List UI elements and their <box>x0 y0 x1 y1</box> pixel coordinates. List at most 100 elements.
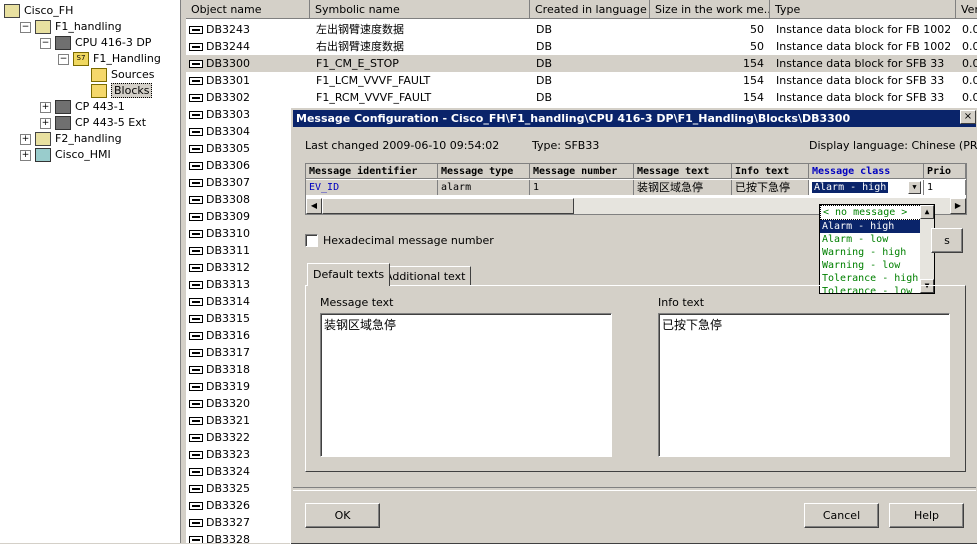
hex-number-checkbox[interactable] <box>305 234 318 247</box>
object-name: DB3315 <box>206 312 251 325</box>
scroll-up-icon[interactable]: ▲ <box>920 205 934 219</box>
object-name: DB3244 <box>206 40 251 53</box>
tree-item-label: Sources <box>111 68 155 81</box>
dialog-title: Message Configuration - Cisco_FH\F1_hand… <box>293 110 976 127</box>
cancel-button[interactable]: Cancel <box>804 503 879 528</box>
cell-message-text[interactable]: 装钢区域急停 <box>634 180 732 195</box>
scroll-thumb[interactable] <box>322 198 574 214</box>
hidden-partial-button[interactable]: s <box>931 228 963 253</box>
data-block-icon <box>189 179 203 187</box>
col-type[interactable]: Type <box>770 0 956 19</box>
cell-message-number[interactable]: 1 <box>530 180 634 195</box>
table-row[interactable]: DB3243 左出钢臂速度数据 DB 50 Instance data block fo… <box>186 21 977 38</box>
tree-item-label: CPU 416-3 DP <box>75 36 152 49</box>
tree-item[interactable]: − S7 F1_Handling <box>58 51 161 67</box>
col-message-type[interactable]: Message type <box>438 164 530 179</box>
expand-icon[interactable]: + <box>40 117 51 129</box>
object-name: DB3300 <box>206 57 251 70</box>
message-class-dropdown[interactable]: < no message > Alarm - high Alarm - low War… <box>819 204 935 294</box>
expand-icon[interactable]: + <box>20 133 31 145</box>
cell-priority[interactable]: 1 <box>924 180 966 195</box>
object-name: DB3243 <box>206 23 251 36</box>
col-size[interactable]: Size in the work me... <box>650 0 770 19</box>
col-message-class[interactable]: Message class <box>809 164 924 179</box>
col-message-identifier[interactable]: Message identifier <box>306 164 438 179</box>
table-cell-lang: DB <box>536 74 553 87</box>
object-name: DB3328 <box>206 533 251 543</box>
tree-item[interactable]: − F1_handling <box>20 19 122 35</box>
col-version[interactable]: Vers <box>956 0 977 19</box>
col-created-language[interactable]: Created in language <box>530 0 650 19</box>
tab-default-texts[interactable]: Default texts <box>307 263 391 286</box>
tree-item[interactable]: Cisco_FH <box>4 3 73 19</box>
data-block-icon <box>189 417 203 425</box>
table-row[interactable]: DB3244 右出钢臂速度数据 DB 50 Instance data block fo… <box>186 38 977 55</box>
tab-additional-text[interactable]: Additional text <box>379 266 472 286</box>
expand-icon[interactable]: + <box>40 101 51 113</box>
scroll-left-icon[interactable]: ◀ <box>306 198 322 214</box>
scroll-right-icon[interactable]: ▶ <box>950 198 966 214</box>
tree-item[interactable]: + CP 443-1 <box>40 99 125 115</box>
data-block-icon <box>189 332 203 340</box>
object-name: DB3313 <box>206 278 251 291</box>
close-icon[interactable]: × <box>960 110 976 124</box>
dropdown-option[interactable]: Tolerance - high <box>820 272 934 285</box>
project-tree[interactable]: Cisco_FH − F1_handling − CPU 416-3 DP − S7 F1_H… <box>0 0 181 543</box>
col-object-name[interactable]: Object name <box>186 0 310 19</box>
dropdown-option[interactable]: < no message > <box>820 205 934 220</box>
data-block-icon <box>189 230 203 238</box>
data-block-icon <box>189 264 203 272</box>
dropdown-option[interactable]: Alarm - high <box>820 220 934 233</box>
table-cell-size: 50 <box>750 23 764 36</box>
cell-message-identifier[interactable]: EV_ID <box>306 180 438 195</box>
col-message-number[interactable]: Message number <box>530 164 634 179</box>
station-icon <box>35 132 51 146</box>
table-row[interactable]: DB3302 F1_RCM_VVVF_FAULT DB 154 Instance dat… <box>186 89 977 106</box>
col-message-text[interactable]: Message text <box>634 164 732 179</box>
data-block-icon <box>189 434 203 442</box>
col-symbolic-name[interactable]: Symbolic name <box>310 0 530 19</box>
tree-item[interactable]: + F2_handling <box>20 131 122 147</box>
table-row[interactable]: DB3300 F1_CM_E_STOP DB 154 Instance data blo… <box>186 55 977 72</box>
data-block-icon <box>189 383 203 391</box>
ok-button[interactable]: OK <box>305 503 380 528</box>
collapse-icon[interactable]: − <box>20 21 31 33</box>
cell-message-type[interactable]: alarm <box>438 180 530 195</box>
tree-item[interactable]: − CPU 416-3 DP <box>40 35 151 51</box>
dropdown-option[interactable]: Warning - high <box>820 246 934 259</box>
table-cell-type: Instance data block for FB 1002 <box>776 40 950 53</box>
dropdown-option[interactable]: Alarm - low <box>820 233 934 246</box>
col-priority[interactable]: Prio <box>924 164 966 179</box>
expand-icon[interactable]: + <box>20 149 31 161</box>
chevron-down-icon[interactable]: ▼ <box>908 181 921 194</box>
tree-item[interactable]: Sources <box>76 67 155 83</box>
data-block-icon <box>189 43 203 51</box>
collapse-icon[interactable]: − <box>40 37 51 49</box>
collapse-icon[interactable]: − <box>58 53 69 65</box>
tree-item-label: Cisco_HMI <box>55 148 111 161</box>
object-name: DB3310 <box>206 227 251 240</box>
tree-item[interactable]: + CP 443-5 Ext <box>40 115 146 131</box>
table-cell-name: DB3243 <box>189 21 310 38</box>
col-info-text[interactable]: Info text <box>732 164 809 179</box>
dropdown-option[interactable]: Warning - low <box>820 259 934 272</box>
tree-item-label: Cisco_FH <box>24 4 74 17</box>
rack-icon <box>55 100 71 114</box>
info-text-label: Info text <box>658 296 705 309</box>
object-name: DB3312 <box>206 261 251 274</box>
table-row[interactable]: DB3301 F1_LCM_VVVF_FAULT DB 154 Instance dat… <box>186 72 977 89</box>
pc-icon <box>35 148 51 162</box>
table-cell-lang: DB <box>536 91 553 104</box>
message-text-input[interactable]: 装钢区域急停 <box>320 313 612 457</box>
message-configuration-dialog: Message Configuration - Cisco_FH\F1_hand… <box>290 107 977 544</box>
cell-info-text[interactable]: 已按下急停 <box>732 180 809 195</box>
info-text-input[interactable]: 已按下急停 <box>658 313 950 457</box>
help-button[interactable]: Help <box>889 503 964 528</box>
hex-number-label: Hexadecimal message number <box>323 234 494 247</box>
cell-message-class-select[interactable]: Alarm - high ▼ <box>809 180 924 195</box>
display-language: Display language: Chinese (PRC) <box>809 139 977 152</box>
object-name: DB3324 <box>206 465 251 478</box>
data-block-icon <box>189 26 203 34</box>
tree-item[interactable]: Blocks <box>76 83 153 99</box>
tree-item[interactable]: + Cisco_HMI <box>20 147 111 163</box>
